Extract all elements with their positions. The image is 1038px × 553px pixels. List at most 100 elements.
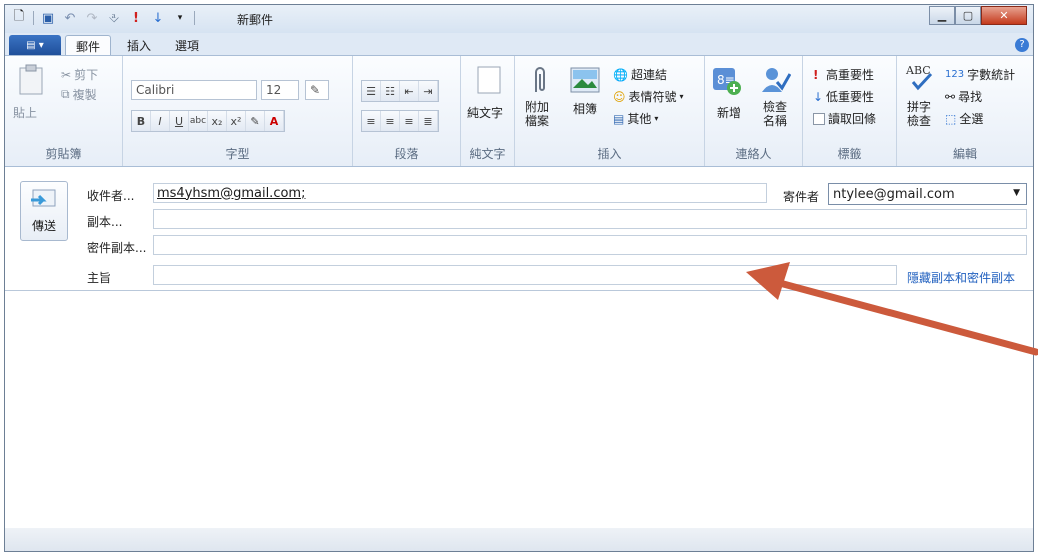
status-bar xyxy=(5,528,1033,551)
close-button[interactable]: ✕ xyxy=(981,6,1027,25)
message-body[interactable] xyxy=(5,291,1033,530)
spell-check-button[interactable]: 拼字 檢查 xyxy=(907,100,931,128)
svg-text:ABC: ABC xyxy=(905,64,931,77)
bold-icon[interactable]: B xyxy=(132,111,151,131)
other-dropdown-icon: ▾ xyxy=(654,114,659,123)
other-insert-button[interactable]: ▤ 其他 ▾ xyxy=(613,110,658,127)
tags-group: ! 高重要性 ↓ 低重要性 讀取回條 標籤 xyxy=(803,56,897,166)
decrease-indent-icon[interactable]: ⇤ xyxy=(400,81,419,101)
help-icon[interactable]: ? xyxy=(1015,38,1029,52)
align-center-icon[interactable]: ≡ xyxy=(381,111,400,131)
superscript-icon[interactable]: x² xyxy=(227,111,246,131)
clipboard-group: 貼上 ✂ 剪下 ⧉ 複製 剪貼簿 xyxy=(5,56,123,166)
photo-album-icon[interactable] xyxy=(569,64,601,96)
list-buttons: ☰ ☷ ⇤ ⇥ xyxy=(361,80,439,102)
highlight-icon[interactable]: ✎ xyxy=(246,111,265,131)
tab-options[interactable]: 選項 xyxy=(165,35,209,55)
tab-mail[interactable]: 郵件 xyxy=(65,35,112,56)
app-menu-button[interactable]: ▤ ▾ xyxy=(9,35,61,55)
to-label[interactable]: 收件者... xyxy=(87,187,134,204)
copy-label: 複製 xyxy=(72,88,97,102)
save-icon[interactable]: ▣ xyxy=(40,10,56,26)
add-contact-icon[interactable]: 8≡ xyxy=(711,64,743,96)
font-color-icon[interactable]: A xyxy=(265,111,284,131)
subscript-icon[interactable]: x₂ xyxy=(208,111,227,131)
low-priority-icon[interactable]: ↓ xyxy=(150,10,166,26)
font-group-label: 字型 xyxy=(225,147,250,161)
paste-icon[interactable] xyxy=(15,64,47,96)
checkbox-icon xyxy=(813,112,825,125)
attach-icon[interactable]: ⎀ xyxy=(106,10,122,26)
increase-indent-icon[interactable]: ⇥ xyxy=(419,81,438,101)
align-right-icon[interactable]: ≡ xyxy=(400,111,419,131)
underline-icon[interactable]: U xyxy=(170,111,189,131)
bcc-field[interactable] xyxy=(153,235,1027,255)
contacts-group-label: 連絡人 xyxy=(735,147,772,161)
customize-qat-icon[interactable]: ▾ xyxy=(172,10,188,26)
emoticon-button[interactable]: ☺ 表情符號 ▾ xyxy=(613,88,684,105)
align-left-icon[interactable]: ≡ xyxy=(362,111,381,131)
from-value: ntylee@gmail.com xyxy=(833,186,955,202)
check-names-icon[interactable] xyxy=(759,64,791,96)
select-all-icon: ⬚ xyxy=(945,111,957,126)
cc-field[interactable] xyxy=(153,209,1027,229)
justify-icon[interactable]: ≣ xyxy=(419,111,438,131)
cut-icon: ✂ xyxy=(61,67,72,82)
redo-icon[interactable]: ↷ xyxy=(84,10,100,26)
paragraph-group-label: 段落 xyxy=(394,147,419,161)
select-all-label: 全選 xyxy=(959,112,984,126)
send-button[interactable]: 傳送 xyxy=(20,181,68,241)
bullets-icon[interactable]: ☰ xyxy=(362,81,381,101)
select-all-button[interactable]: ⬚ 全選 xyxy=(945,110,983,127)
undo-icon[interactable]: ↶ xyxy=(62,10,78,26)
paperclip-icon[interactable] xyxy=(523,64,555,96)
strikethrough-icon[interactable]: abc xyxy=(189,111,208,131)
maximize-button[interactable]: ▢ xyxy=(955,6,981,25)
tab-insert[interactable]: 插入 xyxy=(117,35,161,55)
read-receipt-checkbox[interactable]: 讀取回條 xyxy=(813,110,876,127)
clipboard-group-label: 剪貼簿 xyxy=(45,147,82,161)
photo-album-button[interactable]: 相簿 xyxy=(573,100,597,117)
attach-file-button[interactable]: 附加 檔案 xyxy=(525,100,549,128)
low-importance-button[interactable]: ↓ 低重要性 xyxy=(813,88,874,105)
to-field[interactable]: ms4yhsm@gmail.com; xyxy=(153,183,767,203)
send-label: 傳送 xyxy=(31,219,56,233)
add-contact-button[interactable]: 新增 xyxy=(717,104,741,121)
emoticon-label: 表情符號 xyxy=(628,90,677,104)
italic-icon[interactable]: I xyxy=(151,111,170,131)
spell-check-icon[interactable]: ABC xyxy=(905,62,937,94)
copy-button[interactable]: ⧉ 複製 xyxy=(61,86,97,103)
message-header: 傳送 收件者... ms4yhsm@gmail.com; 寄件者 ntylee@… xyxy=(5,167,1033,291)
find-button[interactable]: ⚯ 尋找 xyxy=(945,88,982,105)
hyperlink-button[interactable]: 🌐 超連結 xyxy=(613,66,667,83)
close-icon: ✕ xyxy=(999,9,1009,22)
cut-button[interactable]: ✂ 剪下 xyxy=(61,66,98,83)
hide-cc-bcc-link[interactable]: 隱藏副本和密件副本 xyxy=(907,269,1015,286)
editing-group: ABC 拼字 檢查 123 字數統計 ⚯ 尋找 ⬚ 全選 編輯 xyxy=(897,56,1033,166)
title-bar: 🗋 ▣ ↶ ↷ ⎀ ! ↓ ▾ 新郵件 ▁ ▢ ✕ xyxy=(5,5,1033,33)
new-message-icon[interactable]: 🗋 xyxy=(11,9,27,26)
check-names-button[interactable]: 檢查 名稱 xyxy=(763,100,787,128)
numbering-icon[interactable]: ☷ xyxy=(381,81,400,101)
font-size-box[interactable]: 12 xyxy=(261,80,299,100)
minimize-button[interactable]: ▁ xyxy=(929,6,955,25)
word-count-button[interactable]: 123 字數統計 xyxy=(945,66,1015,83)
plaintext-group: 純文字 純文字 xyxy=(461,56,515,166)
emoticon-icon: ☺ xyxy=(613,89,626,104)
from-select[interactable]: ntylee@gmail.com ▼ xyxy=(828,183,1027,205)
font-group: Calibri 12 ✎ B I U abc x₂ x² ✎ A 字型 xyxy=(123,56,353,166)
plaintext-icon[interactable] xyxy=(473,64,505,96)
high-importance-button[interactable]: ! 高重要性 xyxy=(813,66,874,83)
paste-button[interactable]: 貼上 xyxy=(13,104,37,121)
plaintext-button[interactable]: 純文字 xyxy=(467,104,503,121)
cc-label[interactable]: 副本... xyxy=(87,213,122,230)
font-grow-icon[interactable]: ✎ xyxy=(305,80,329,100)
subject-field[interactable] xyxy=(153,265,897,285)
editing-group-label: 編輯 xyxy=(952,147,977,161)
high-priority-icon[interactable]: ! xyxy=(128,10,144,26)
low-importance-icon: ↓ xyxy=(813,89,824,104)
font-name-box[interactable]: Calibri xyxy=(131,80,257,100)
emoticon-dropdown-icon: ▾ xyxy=(679,92,684,101)
contacts-group: 8≡ 新增 檢查 名稱 連絡人 xyxy=(705,56,803,166)
bcc-label[interactable]: 密件副本... xyxy=(87,239,146,256)
